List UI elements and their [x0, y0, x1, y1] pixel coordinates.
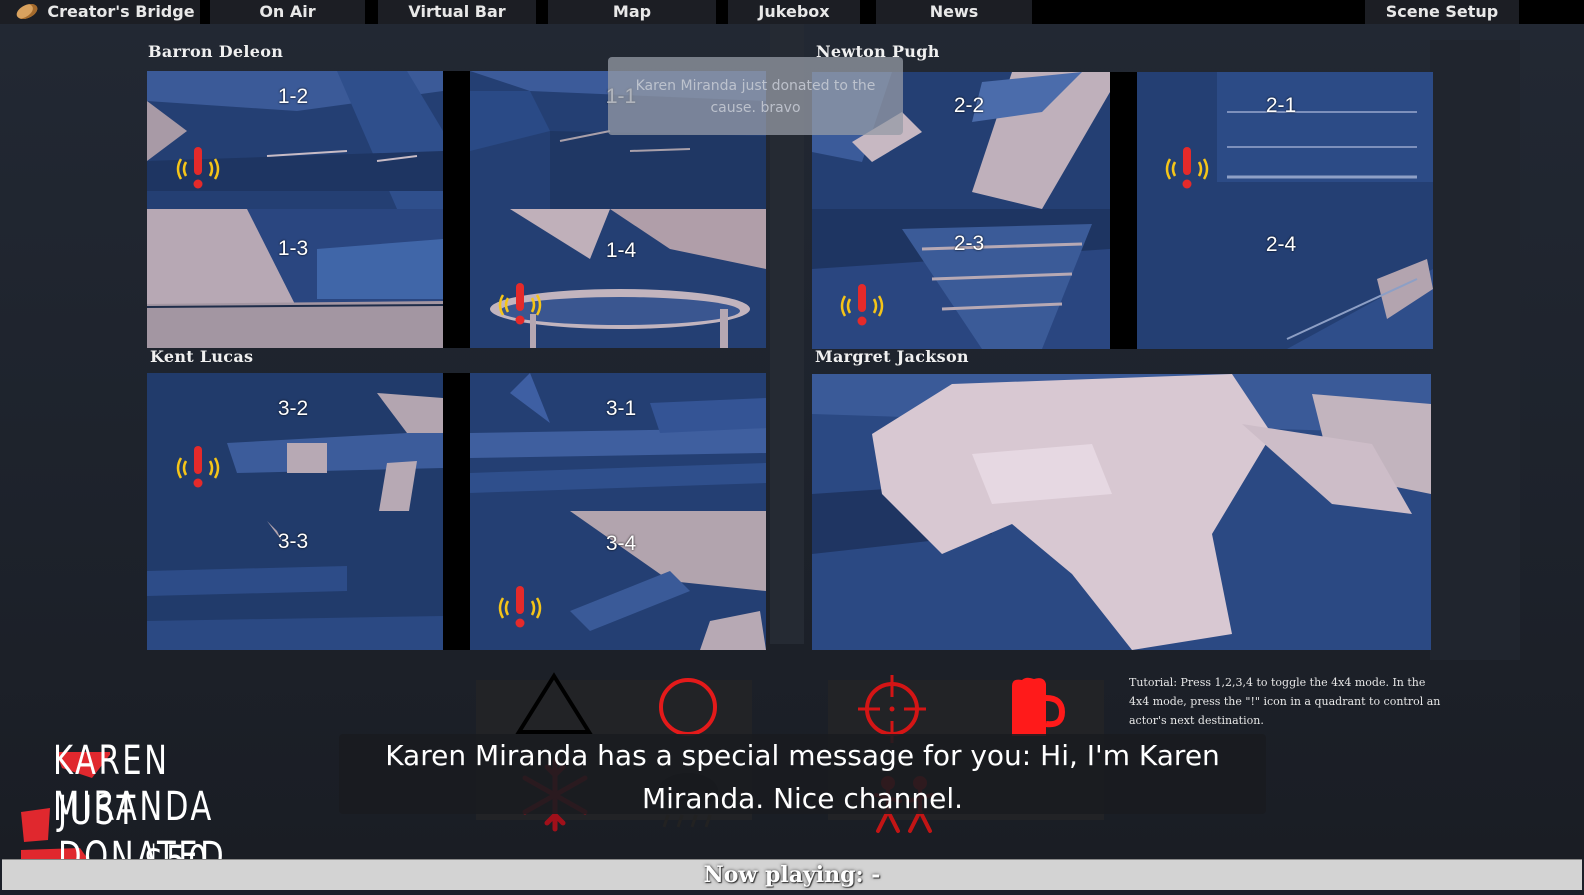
camera-feed[interactable]: 1-3	[147, 209, 443, 348]
tab-label: On Air	[259, 2, 316, 21]
camera-feed[interactable]: 1-4	[470, 209, 766, 348]
alert-destination-icon[interactable]	[837, 284, 887, 328]
camera-label: 1-4	[605, 239, 637, 262]
actor-name-label: Margret Jackson	[815, 347, 969, 366]
quadrant-divider	[443, 373, 470, 650]
tab-virtual-bar[interactable]: Virtual Bar	[378, 0, 536, 24]
top-navigation-bar: Creator's Bridge On Air Virtual Bar Map …	[0, 0, 1584, 24]
donation-notification: Karen Miranda just donated to the cause.…	[608, 57, 903, 135]
tab-label: Virtual Bar	[408, 2, 506, 21]
camera-label: 2-3	[953, 232, 985, 255]
actor-name-label: Barron Deleon	[148, 42, 284, 61]
background-doorframe	[1430, 40, 1520, 660]
camera-scene	[470, 373, 766, 511]
subtitle-text: Karen Miranda has a special message for …	[385, 739, 1220, 815]
camera-scene	[1137, 209, 1433, 349]
tab-news[interactable]: News	[876, 0, 1032, 24]
camera-feed[interactable]: 2-4	[1137, 209, 1433, 349]
alert-destination-icon[interactable]	[173, 446, 223, 490]
camera-label: 3-4	[605, 532, 637, 555]
quadrant-divider	[1110, 72, 1137, 349]
now-playing-bar: Now playing: -	[2, 859, 1582, 890]
camera-label: 3-2	[277, 397, 309, 420]
camera-feed[interactable]: 3-3	[147, 511, 443, 650]
tab-scene-setup[interactable]: Scene Setup	[1365, 0, 1519, 24]
beer-mug-icon[interactable]	[1006, 676, 1066, 738]
camera-label: 3-1	[605, 397, 637, 420]
triangle-icon[interactable]	[515, 672, 593, 736]
tab-creators-bridge[interactable]: Creator's Bridge	[0, 0, 200, 24]
tutorial-text: Tutorial: Press 1,2,3,4 to toggle the 4x…	[1129, 676, 1441, 727]
alert-destination-icon[interactable]	[1162, 147, 1212, 191]
camera-label: 1-2	[277, 85, 309, 108]
camera-scene	[147, 209, 443, 348]
camera-scene	[812, 374, 1431, 650]
camera-feed-fullsize[interactable]	[812, 374, 1431, 650]
camera-label: 1-3	[277, 237, 309, 260]
tab-map[interactable]: Map	[548, 0, 716, 24]
camera-label: 2-2	[953, 94, 985, 117]
actor-name-label: Kent Lucas	[150, 347, 254, 366]
camera-scene	[147, 373, 443, 511]
camera-feed[interactable]: 2-3	[812, 209, 1110, 349]
special-message-subtitle: Karen Miranda has a special message for …	[339, 734, 1266, 815]
notification-text: Karen Miranda just donated to the cause.…	[635, 78, 876, 116]
alert-destination-icon[interactable]	[495, 283, 545, 327]
camera-feed[interactable]: 3-1	[470, 373, 766, 511]
tab-on-air[interactable]: On Air	[210, 0, 365, 24]
tab-label: Scene Setup	[1385, 2, 1499, 21]
camera-feed[interactable]: 3-2	[147, 373, 443, 511]
camera-label: 2-4	[1265, 233, 1297, 256]
alert-destination-icon[interactable]	[495, 586, 545, 630]
camera-label: 3-3	[277, 530, 309, 553]
tab-label: Creator's Bridge	[47, 2, 195, 21]
quadrant-divider	[443, 71, 470, 348]
camera-label: 2-1	[1265, 94, 1297, 117]
tab-label: Map	[612, 2, 652, 21]
tab-label: Jukebox	[758, 2, 830, 21]
now-playing-text: Now playing: -	[703, 862, 881, 888]
bread-icon	[14, 0, 40, 23]
crosshair-icon[interactable]	[858, 675, 926, 743]
alert-destination-icon[interactable]	[173, 147, 223, 191]
camera-scene	[812, 209, 1110, 349]
circle-icon[interactable]	[656, 676, 720, 738]
camera-scene	[470, 209, 766, 348]
tab-jukebox[interactable]: Jukebox	[728, 0, 860, 24]
tab-label: News	[929, 2, 979, 21]
